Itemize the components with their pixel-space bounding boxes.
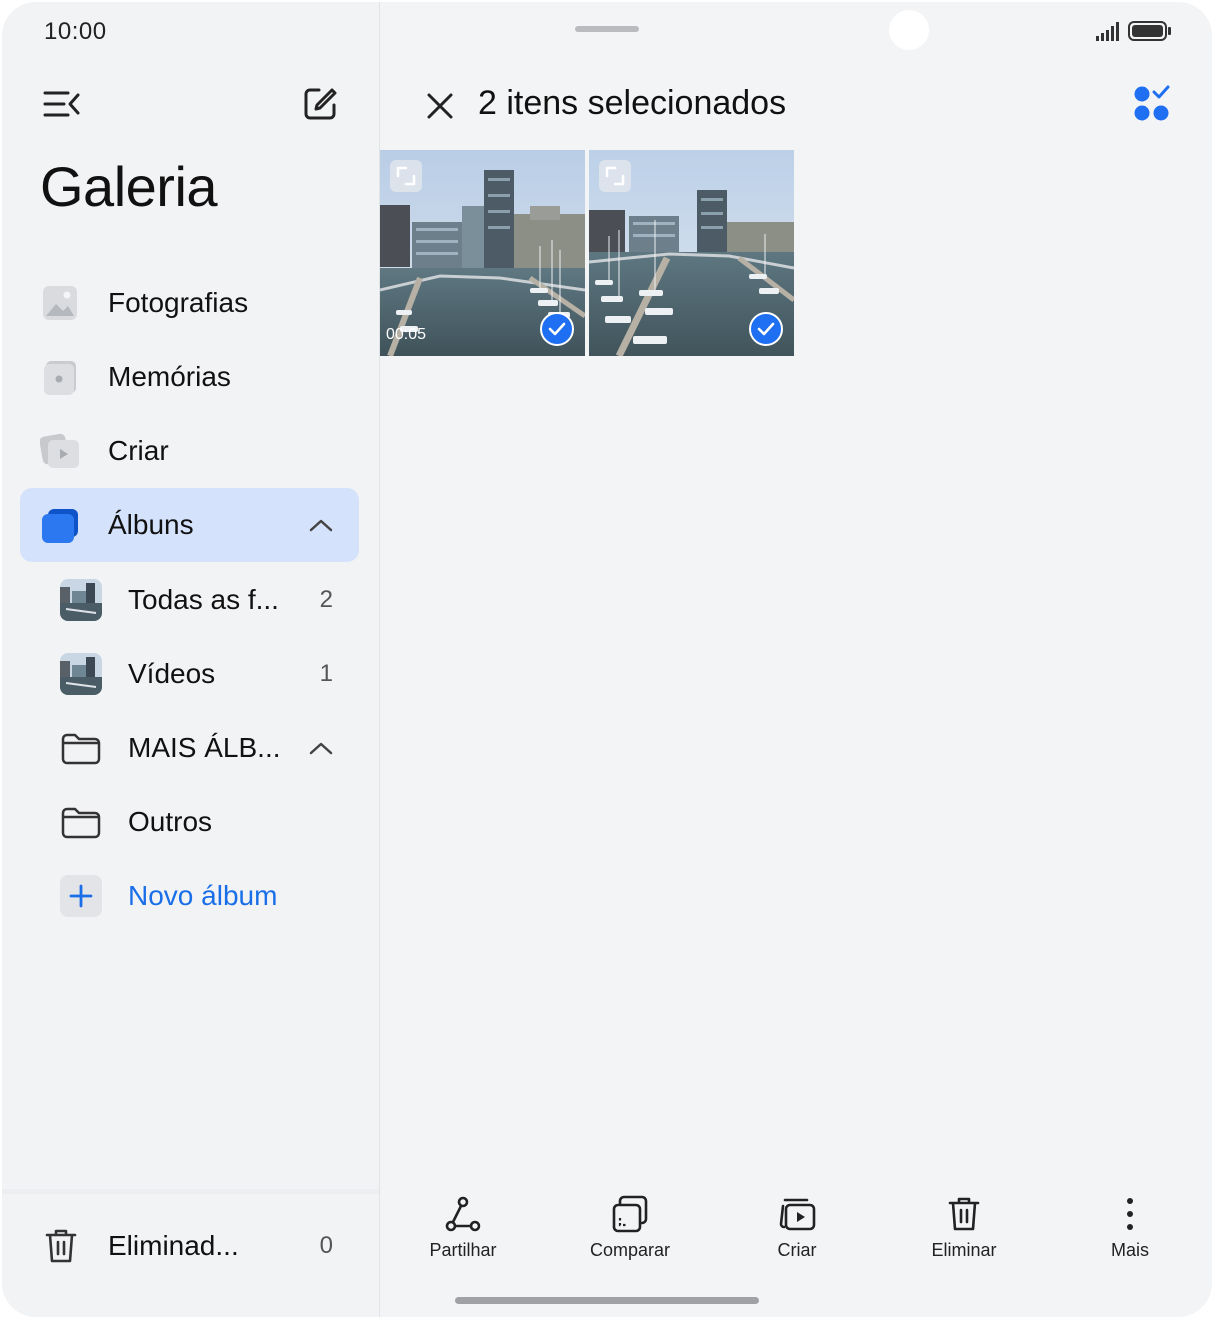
trash-count: 0 (319, 1232, 333, 1259)
chevron-up-icon[interactable] (307, 515, 335, 535)
create-icon (777, 1194, 817, 1234)
album-count: 1 (319, 660, 333, 687)
action-label: Eliminar (931, 1240, 997, 1260)
new-album-button[interactable]: Novo álbum (20, 859, 359, 933)
close-icon[interactable] (420, 86, 460, 126)
sidebar-item-label: Criar (108, 435, 169, 466)
album-item-todas[interactable]: Todas as f... 2 (20, 563, 359, 637)
selected-check-icon[interactable] (749, 312, 783, 346)
album-label: Vídeos (128, 658, 216, 689)
folder-icon (60, 727, 102, 769)
trash-icon (40, 1225, 82, 1267)
sidebar-item-albuns[interactable]: Álbuns (20, 488, 359, 562)
album-thumbnail (60, 579, 102, 621)
video-duration: 00:05 (386, 326, 427, 343)
selected-check-icon[interactable] (540, 312, 574, 346)
sidebar-item-trash[interactable]: Eliminad... 0 (2, 1209, 359, 1283)
sidebar-item-label: Álbuns (108, 509, 194, 540)
album-item-mais-albuns[interactable]: MAIS ÁLB... (20, 711, 359, 785)
selection-title: 2 itens selecionados (478, 84, 787, 122)
media-item-photo[interactable] (589, 150, 794, 356)
share-icon (443, 1194, 483, 1234)
share-button[interactable]: Partilhar (393, 1194, 533, 1274)
folder-icon (60, 801, 102, 843)
photo-icon (40, 283, 80, 323)
expand-icon[interactable] (599, 160, 631, 192)
action-label: Criar (777, 1240, 817, 1260)
albums-icon (40, 505, 80, 545)
sidebar-item-label: Memórias (108, 361, 231, 392)
sidebar-item-fotografias[interactable]: Fotografias (20, 266, 359, 340)
compare-icon (610, 1194, 650, 1234)
signal-icon (1096, 20, 1122, 42)
chevron-up-icon[interactable] (307, 738, 335, 758)
create-icon (39, 431, 80, 471)
collapse-sidebar-icon[interactable] (40, 84, 84, 124)
edit-icon[interactable] (298, 84, 342, 124)
album-label: MAIS ÁLB... (128, 732, 281, 763)
create-button[interactable]: Criar (727, 1194, 867, 1274)
sidebar-item-label: Fotografias (108, 287, 249, 318)
action-label: Comparar (589, 1240, 671, 1260)
album-item-videos[interactable]: Vídeos 1 (20, 637, 359, 711)
sidebar-item-memorias[interactable]: Memórias (20, 340, 359, 414)
camera-cutout (889, 10, 929, 50)
plus-icon (60, 875, 102, 917)
album-thumbnail (60, 653, 102, 695)
media-item-video[interactable]: 00:05 (380, 150, 585, 356)
sidebar: 10:00 Galeria Fotografias Memórias Criar… (2, 2, 379, 1317)
trash-icon (944, 1194, 984, 1234)
album-label: Todas as f... (128, 584, 279, 615)
action-label: Partilhar (429, 1240, 497, 1260)
battery-icon (1128, 20, 1172, 42)
trash-label: Eliminad... (108, 1230, 239, 1261)
compare-button[interactable]: Comparar (560, 1194, 700, 1274)
memories-icon (40, 357, 80, 397)
drag-handle[interactable] (575, 26, 639, 32)
device-frame: 10:00 Galeria Fotografias Memórias Criar… (2, 2, 1212, 1317)
action-label: Mais (1110, 1240, 1149, 1260)
page-title: Galeria (40, 155, 218, 218)
sidebar-item-criar[interactable]: Criar (20, 414, 359, 488)
album-count: 2 (319, 586, 333, 613)
home-indicator[interactable] (455, 1297, 759, 1304)
status-time: 10:00 (44, 18, 107, 45)
select-all-icon[interactable] (1132, 84, 1172, 124)
divider (2, 1189, 379, 1194)
expand-icon[interactable] (390, 160, 422, 192)
more-vertical-icon (1110, 1194, 1150, 1234)
album-label: Outros (128, 806, 213, 837)
delete-button[interactable]: Eliminar (894, 1194, 1034, 1274)
more-button[interactable]: Mais (1060, 1194, 1200, 1274)
new-album-label: Novo álbum (128, 880, 278, 911)
album-item-outros[interactable]: Outros (20, 785, 359, 859)
